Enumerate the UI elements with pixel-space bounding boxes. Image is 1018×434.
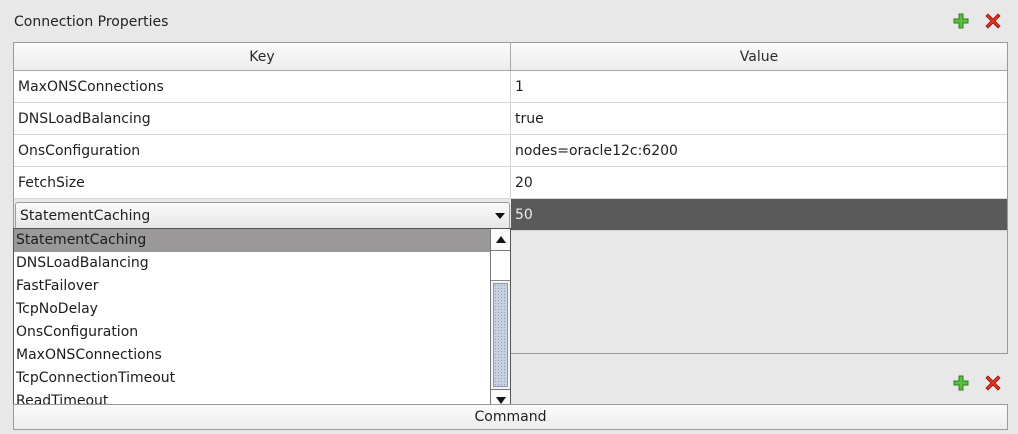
dropdown-options: StatementCaching DNSLoadBalancing FastFa… (14, 229, 490, 413)
row-key-cell[interactable]: FetchSize (14, 167, 511, 198)
scroll-up-button[interactable] (491, 229, 510, 251)
row-value-cell[interactable]: true (511, 103, 1007, 134)
row-value-cell[interactable]: 1 (511, 71, 1007, 102)
dropdown-option[interactable]: OnsConfiguration (14, 321, 490, 344)
dropdown-option[interactable]: TcpConnectionTimeout (14, 367, 490, 390)
table-header: Key Value (14, 43, 1007, 71)
table-row[interactable]: FetchSize 20 (14, 167, 1007, 199)
row-value-cell[interactable]: 20 (511, 167, 1007, 198)
key-combobox-value: StatementCaching (20, 207, 151, 224)
column-header-key[interactable]: Key (14, 43, 511, 70)
scrollbar-track[interactable] (491, 251, 510, 281)
key-dropdown-list[interactable]: StatementCaching DNSLoadBalancing FastFa… (13, 228, 511, 412)
table-row[interactable]: MaxONSConnections 1 (14, 71, 1007, 103)
x-icon (985, 13, 1001, 29)
row-value-cell-selected[interactable]: 50 (511, 199, 1007, 230)
arrow-down-icon (495, 397, 506, 404)
row-value-cell[interactable]: nodes=oracle12c:6200 (511, 135, 1007, 166)
add-command-button[interactable] (952, 374, 970, 392)
plus-icon (953, 13, 969, 29)
table-row[interactable]: DNSLoadBalancing true (14, 103, 1007, 135)
dropdown-option[interactable]: TcpNoDelay (14, 298, 490, 321)
row-key-cell[interactable]: OnsConfiguration (14, 135, 511, 166)
key-combobox[interactable]: StatementCaching (15, 201, 510, 230)
add-property-button[interactable] (952, 12, 970, 30)
column-header-value[interactable]: Value (511, 43, 1007, 70)
chevron-down-icon (495, 212, 505, 219)
x-icon (985, 375, 1001, 391)
arrow-up-icon (495, 236, 506, 243)
table-row[interactable]: OnsConfiguration nodes=oracle12c:6200 (14, 135, 1007, 167)
dropdown-option[interactable]: StatementCaching (14, 229, 490, 252)
remove-command-button[interactable] (984, 374, 1002, 392)
dropdown-option[interactable]: FastFailover (14, 275, 490, 298)
dropdown-scrollbar[interactable] (490, 229, 510, 411)
remove-property-button[interactable] (984, 12, 1002, 30)
dropdown-option[interactable]: MaxONSConnections (14, 344, 490, 367)
column-header-command[interactable]: Command (13, 404, 1008, 430)
connection-properties-title: Connection Properties (14, 14, 169, 30)
table-row-editing[interactable]: StatementCaching 50 (14, 199, 1007, 231)
plus-icon (953, 375, 969, 391)
scrollbar-thumb[interactable] (493, 283, 508, 387)
key-cell-editor: StatementCaching (14, 199, 511, 230)
row-key-cell[interactable]: MaxONSConnections (14, 71, 511, 102)
dropdown-option[interactable]: DNSLoadBalancing (14, 252, 490, 275)
row-key-cell[interactable]: DNSLoadBalancing (14, 103, 511, 134)
